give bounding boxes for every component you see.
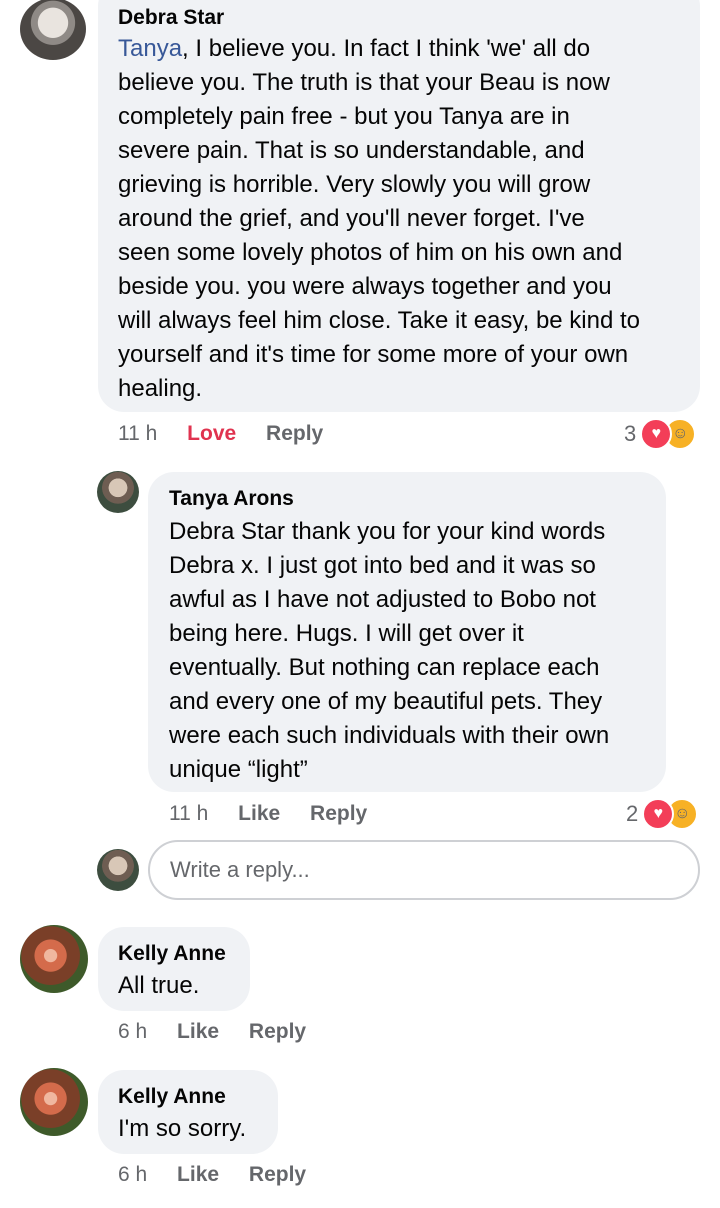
comment-time[interactable]: 11 h: [118, 422, 157, 445]
avatar-debra-star[interactable]: [20, 0, 86, 60]
comment-line: healing.: [118, 375, 203, 402]
reaction-count: 2: [626, 801, 639, 826]
comment-line: completely pain free - but you Tanya are…: [118, 103, 570, 130]
comment-line: believe you. The truth is that your Beau…: [118, 69, 610, 96]
mention-link[interactable]: Tanya: [118, 35, 182, 62]
comment-author[interactable]: Debra Star: [118, 6, 224, 30]
comment-author[interactable]: Tanya Arons: [169, 487, 294, 511]
comment-line: Debra Star thank you for your kind words: [169, 518, 606, 545]
heart-icon: ♥: [642, 798, 675, 830]
comment-time[interactable]: 6 h: [118, 1163, 147, 1186]
reaction-count: 3: [624, 421, 637, 446]
comment-meta: 6 h Like Reply: [118, 1020, 306, 1044]
avatar-tanya-arons[interactable]: [97, 471, 139, 513]
reply-input[interactable]: Write a reply...: [148, 840, 700, 900]
comment-line: seen some lovely photos of him on his ow…: [118, 239, 623, 266]
like-button[interactable]: Like: [177, 1020, 219, 1043]
comment-time[interactable]: 6 h: [118, 1020, 147, 1043]
comment-meta: 6 h Like Reply: [118, 1163, 306, 1187]
heart-icon: ♥: [640, 418, 673, 450]
avatar-kelly-anne[interactable]: [20, 1068, 88, 1136]
comment-line: severe pain. That is so understandable, …: [118, 137, 585, 164]
comment-line: beside you. you were always together and…: [118, 273, 612, 300]
reply-button[interactable]: Reply: [249, 1163, 306, 1186]
reply-button[interactable]: Reply: [249, 1020, 306, 1043]
comment-text: I'm so sorry.: [118, 1115, 247, 1142]
comment-meta: 11 h Like Reply: [169, 802, 367, 826]
avatar-current-user: [97, 849, 139, 891]
comment-line: Debra x. I just got into bed and it was …: [169, 552, 596, 579]
comment-meta: 11 h Love Reply: [118, 422, 323, 446]
reply-button[interactable]: Reply: [266, 422, 323, 445]
comment-line: were each such individuals with their ow…: [169, 722, 610, 749]
comment-line: will always feel him close. Take it easy…: [118, 307, 641, 334]
reaction-summary[interactable]: 2 ♥ ☺: [626, 798, 699, 830]
comment-line: yourself and it's time for some more of …: [118, 341, 629, 368]
like-button[interactable]: Like: [177, 1163, 219, 1186]
comment-line: being here. Hugs. I will get over it: [169, 620, 524, 647]
comment-author[interactable]: Kelly Anne: [118, 942, 226, 966]
love-button[interactable]: Love: [187, 422, 236, 445]
avatar-kelly-anne[interactable]: [20, 925, 88, 993]
reply-input-placeholder: Write a reply...: [170, 857, 310, 882]
like-button[interactable]: Like: [238, 802, 280, 825]
reply-button[interactable]: Reply: [310, 802, 367, 825]
comment-text: Tanya, I believe you. In fact I think 'w…: [118, 32, 698, 406]
comment-line: awful as I have not adjusted to Bobo not: [169, 586, 596, 613]
comment-line: eventually. But nothing can replace each: [169, 654, 600, 681]
comment-line: grieving is horrible. Very slowly you wi…: [118, 171, 591, 198]
comment-author[interactable]: Kelly Anne: [118, 1085, 226, 1109]
comment-line: unique “light”: [169, 756, 308, 783]
comment-line: and every one of my beautiful pets. They: [169, 688, 603, 715]
comment-text: Debra Star thank you for your kind words…: [169, 515, 659, 787]
comment-line: Tanya, I believe you. In fact I think 'w…: [118, 32, 698, 66]
comment-time[interactable]: 11 h: [169, 802, 208, 825]
comment-text: All true.: [118, 972, 200, 999]
reaction-summary[interactable]: 3 ♥ ☺: [624, 418, 697, 450]
comment-line: around the grief, and you'll never forge…: [118, 205, 585, 232]
comment-line-text: , I believe you. In fact I think 'we' al…: [182, 35, 591, 62]
